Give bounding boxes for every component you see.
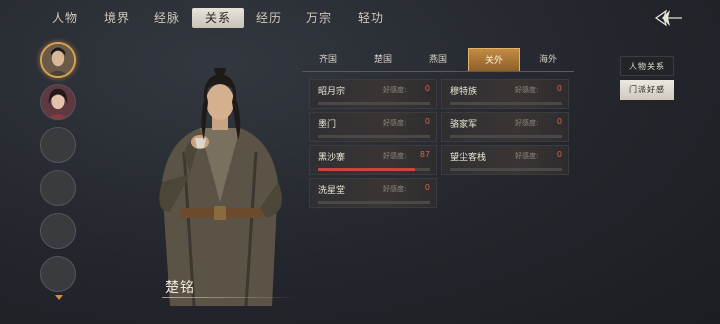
- empty-avatar-slot[interactable]: [40, 213, 76, 249]
- faction-card[interactable]: 昭月宗 好感度: 0: [309, 79, 437, 109]
- top-navigation: 人物 境界 经脉 关系 经历 万宗 轻功: [0, 0, 720, 36]
- nav-tab-lightness-skill[interactable]: 轻功: [350, 8, 392, 28]
- nav-tab-realm[interactable]: 境界: [96, 8, 138, 28]
- favor-value: 0: [556, 117, 562, 126]
- faction-name: 墨门: [318, 120, 337, 130]
- favor-value: 0: [424, 117, 430, 126]
- faction-card[interactable]: 洗星堂 好感度: 0: [309, 178, 437, 208]
- empty-avatar-slot[interactable]: [40, 256, 76, 292]
- favor-bar: [318, 168, 430, 171]
- region-tabs-divider: [302, 71, 574, 72]
- male-portrait-icon: [42, 44, 74, 76]
- region-tab-yan[interactable]: 燕国: [412, 48, 464, 72]
- empty-avatar-slot[interactable]: [40, 170, 76, 206]
- favor-value: 0: [556, 150, 562, 159]
- faction-name: 洗星堂: [318, 186, 346, 196]
- faction-card[interactable]: 墨门 好感度: 0: [309, 112, 437, 142]
- faction-card[interactable]: 黑沙寨 好感度: 87: [309, 145, 437, 175]
- back-arrow-icon: [654, 9, 682, 27]
- region-tab-guanwai[interactable]: 关外: [468, 48, 520, 72]
- favor-value: 0: [556, 84, 562, 93]
- character-relations-button[interactable]: 人物关系: [620, 56, 674, 76]
- favor-value: 0: [424, 183, 430, 192]
- faction-name: 望尘客栈: [450, 153, 487, 163]
- favor-bar: [450, 135, 562, 138]
- faction-name: 黑沙寨: [318, 153, 346, 163]
- sect-favor-button[interactable]: 门派好感: [620, 80, 674, 100]
- favor-label: 好感度:: [383, 119, 407, 127]
- faction-name: 骆家军: [450, 120, 478, 130]
- faction-card[interactable]: 望尘客栈 好感度: 0: [441, 145, 569, 175]
- favor-value: 0: [424, 84, 430, 93]
- favor-label: 好感度:: [515, 119, 539, 127]
- character-portrait: [159, 68, 282, 306]
- favor-bar: [318, 102, 430, 105]
- faction-card[interactable]: 穆特族 好感度: 0: [441, 79, 569, 109]
- favor-bar: [450, 168, 562, 171]
- favor-bar: [318, 201, 430, 204]
- nav-tab-experience[interactable]: 经历: [248, 8, 290, 28]
- nav-tab-character[interactable]: 人物: [44, 8, 86, 28]
- favor-bar: [450, 102, 562, 105]
- favor-label: 好感度:: [383, 185, 407, 193]
- favor-bar-fill: [318, 168, 416, 171]
- avatar-female[interactable]: [40, 84, 76, 120]
- region-tab-chu[interactable]: 楚国: [357, 48, 409, 72]
- region-tab-qi[interactable]: 齐国: [302, 48, 354, 72]
- faction-name: 昭月宗: [318, 87, 346, 97]
- back-button[interactable]: [652, 6, 684, 30]
- favor-label: 好感度:: [383, 86, 407, 94]
- favor-label: 好感度:: [515, 152, 539, 160]
- favor-label: 好感度:: [383, 152, 407, 160]
- character-name: 楚铭: [165, 280, 195, 296]
- faction-name: 穆特族: [450, 87, 478, 97]
- nav-tab-sects[interactable]: 万宗: [298, 8, 340, 28]
- favor-label: 好感度:: [515, 86, 539, 94]
- avatar-chu-ming[interactable]: [40, 42, 76, 78]
- name-underline: [162, 297, 297, 298]
- favor-value: 87: [419, 150, 430, 159]
- faction-card[interactable]: 骆家军 好感度: 0: [441, 112, 569, 142]
- nav-tab-relations[interactable]: 关系: [192, 8, 244, 28]
- character-list: [36, 40, 80, 324]
- scroll-down-icon[interactable]: [54, 294, 64, 302]
- nav-tab-meridians[interactable]: 经脉: [146, 8, 188, 28]
- region-tab-haiwai[interactable]: 海外: [522, 48, 574, 72]
- region-tabs: 齐国 楚国 燕国 关外 海外: [302, 48, 574, 72]
- empty-avatar-slot[interactable]: [40, 127, 76, 163]
- female-portrait-icon: [41, 85, 75, 119]
- favor-bar: [318, 135, 430, 138]
